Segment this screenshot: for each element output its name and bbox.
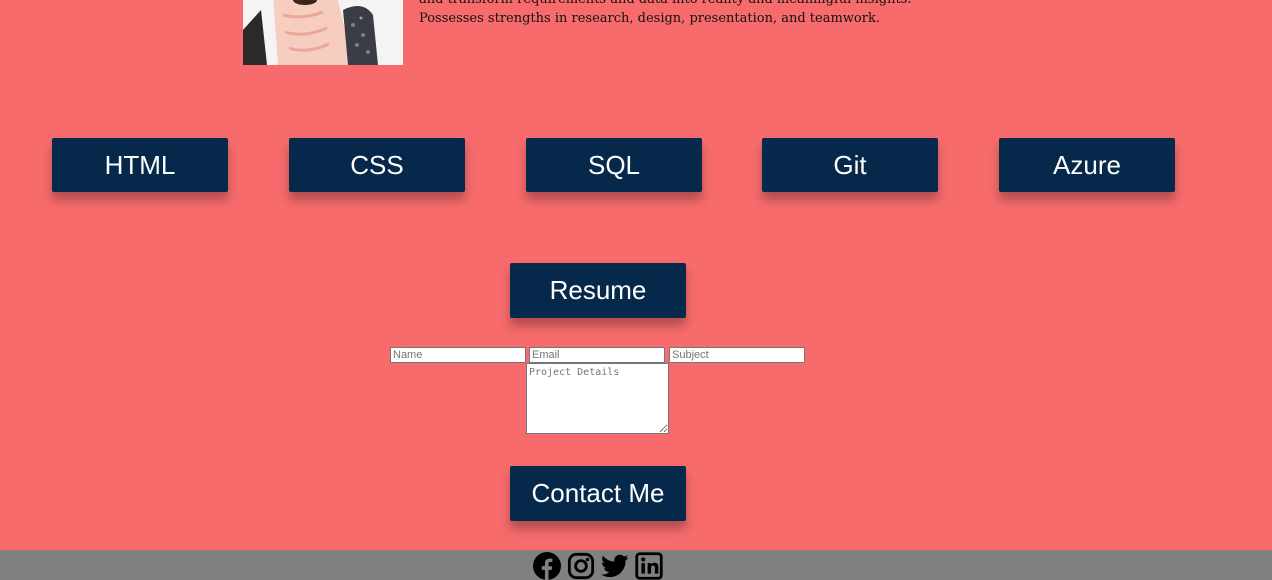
facebook-icon[interactable] xyxy=(533,552,561,580)
project-details-textarea[interactable] xyxy=(526,363,669,434)
skill-button-azure[interactable]: Azure xyxy=(999,138,1175,192)
twitter-icon[interactable] xyxy=(601,552,629,580)
facebook-icon-graphic xyxy=(533,552,561,580)
bio-line: and transform requirements and data into… xyxy=(419,0,1019,9)
skill-button-git[interactable]: Git xyxy=(762,138,938,192)
instagram-icon-graphic xyxy=(567,552,595,580)
twitter-icon-graphic xyxy=(601,554,629,578)
profile-photo xyxy=(243,0,403,65)
bio-line: Possesses strengths in research, design,… xyxy=(419,11,880,26)
linkedin-icon-graphic xyxy=(635,552,663,580)
name-input[interactable] xyxy=(390,347,526,363)
subject-input[interactable] xyxy=(669,347,805,363)
bio-text: and transform requirements and data into… xyxy=(419,0,1019,28)
skills-row: HTML CSS SQL Git Azure xyxy=(0,138,1272,192)
email-input[interactable] xyxy=(529,347,665,363)
skill-button-sql[interactable]: SQL xyxy=(526,138,702,192)
skill-button-html[interactable]: HTML xyxy=(52,138,228,192)
profile-photo-image xyxy=(243,0,403,65)
resume-button[interactable]: Resume xyxy=(510,263,686,318)
skill-button-css[interactable]: CSS xyxy=(289,138,465,192)
linkedin-icon[interactable] xyxy=(635,552,663,580)
contact-me-button[interactable]: Contact Me xyxy=(510,466,686,521)
instagram-icon[interactable] xyxy=(567,552,595,580)
